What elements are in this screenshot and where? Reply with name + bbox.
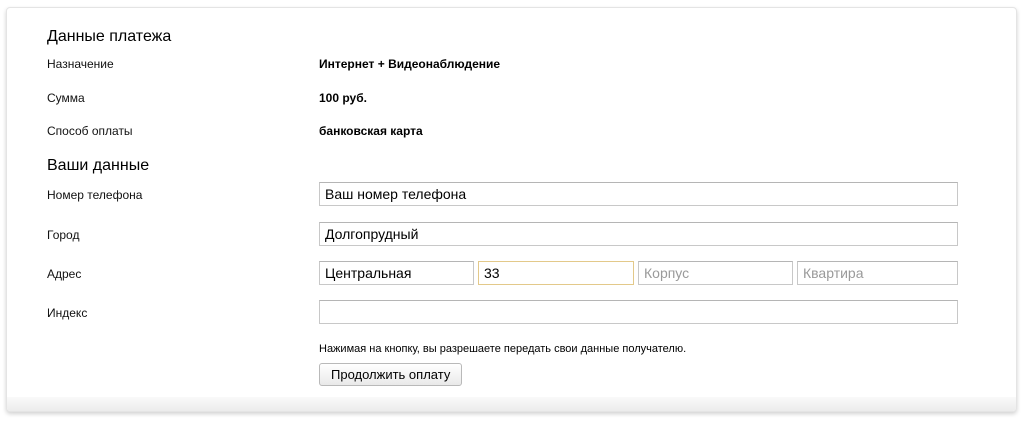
address-label: Адрес xyxy=(47,267,82,281)
street-input[interactable] xyxy=(319,261,474,285)
building-input[interactable] xyxy=(638,261,793,285)
purpose-value: Интернет + Видеонаблюдение xyxy=(319,57,501,71)
city-label: Город xyxy=(47,228,80,242)
payment-method-value: банковская карта xyxy=(319,124,423,138)
consent-note: Нажимая на кнопку, вы разрешаете передат… xyxy=(319,343,687,355)
city-input[interactable] xyxy=(319,222,958,246)
card-footer-bar xyxy=(7,397,1016,411)
house-input[interactable] xyxy=(478,261,634,285)
payment-section-title: Данные платежа xyxy=(47,28,172,45)
payment-method-label: Способ оплаты xyxy=(47,124,133,138)
continue-payment-button[interactable]: Продолжить оплату xyxy=(319,363,463,386)
payment-form-card: Данные платежа Назначение Интернет + Вид… xyxy=(6,7,1017,412)
amount-label: Сумма xyxy=(47,91,85,105)
index-label: Индекс xyxy=(47,306,88,320)
purpose-label: Назначение xyxy=(47,57,114,71)
phone-label: Номер телефона xyxy=(47,188,143,202)
amount-value: 100 руб. xyxy=(319,91,367,105)
index-input[interactable] xyxy=(319,300,958,324)
apartment-input[interactable] xyxy=(797,261,958,285)
phone-input[interactable] xyxy=(319,182,958,206)
user-section-title: Ваши данные xyxy=(47,157,150,174)
